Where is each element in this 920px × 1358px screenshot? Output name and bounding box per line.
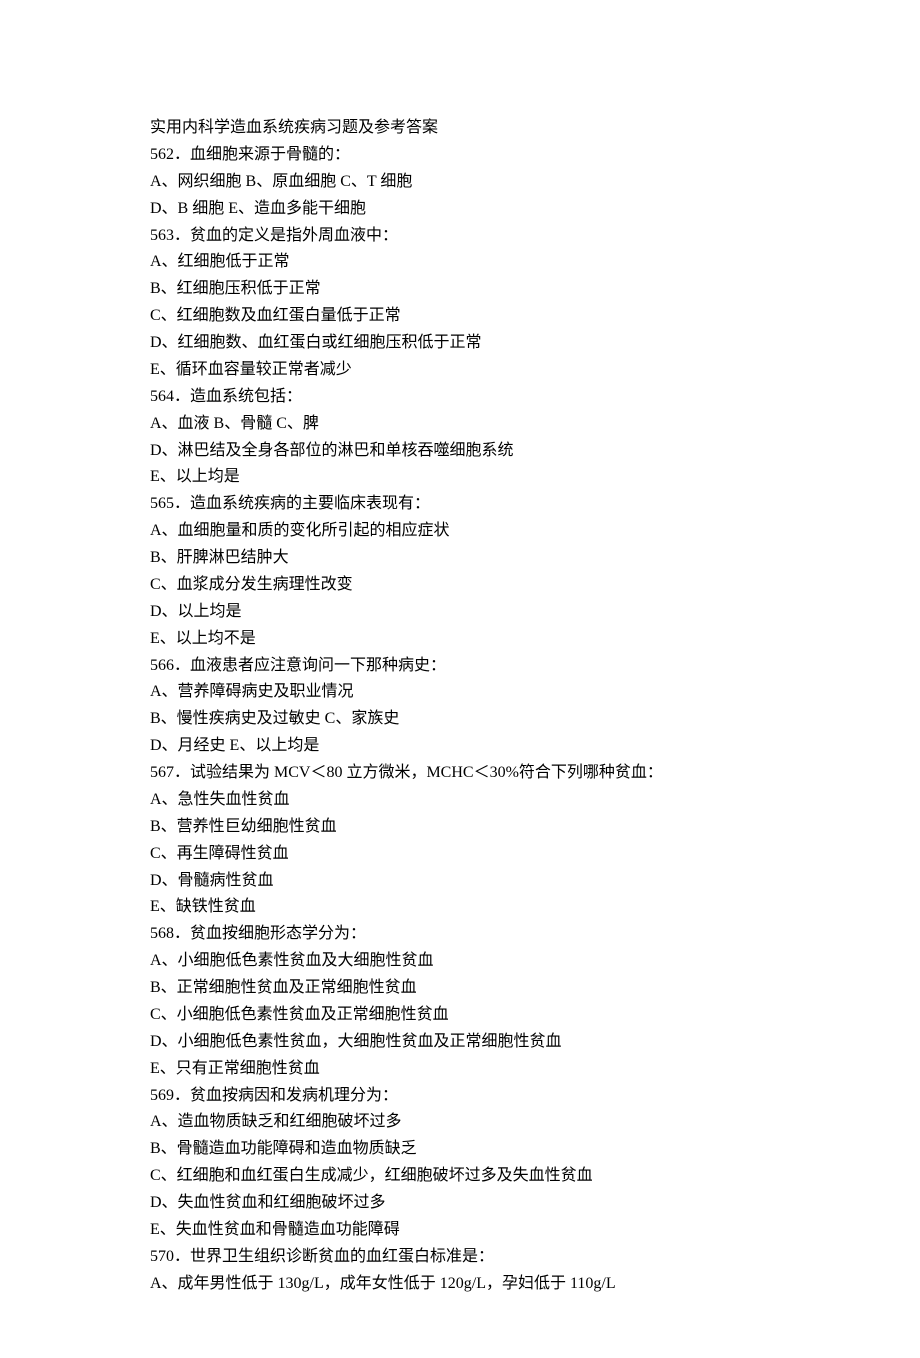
question-option-line: E、以上均不是 xyxy=(150,626,770,653)
question-option-line: B、营养性巨幼细胞性贫血 xyxy=(150,814,770,841)
question-option-line: A、急性失血性贫血 xyxy=(150,787,770,814)
question-option-line: D、以上均是 xyxy=(150,599,770,626)
question-stem: 566．血液患者应注意询问一下那种病史： xyxy=(150,653,770,680)
question-option-line: B、骨髓造血功能障碍和造血物质缺乏 xyxy=(150,1136,770,1163)
question-option-line: C、再生障碍性贫血 xyxy=(150,841,770,868)
question-list: 562．血细胞来源于骨髓的：A、网织细胞 B、原血细胞 C、T 细胞D、B 细胞… xyxy=(150,142,770,1298)
question-stem: 569．贫血按病因和发病机理分为： xyxy=(150,1083,770,1110)
question-stem: 564．造血系统包括： xyxy=(150,384,770,411)
question-option-line: E、循环血容量较正常者减少 xyxy=(150,357,770,384)
question-option-line: D、淋巴结及全身各部位的淋巴和单核吞噬细胞系统 xyxy=(150,438,770,465)
question-option-line: D、红细胞数、血红蛋白或红细胞压积低于正常 xyxy=(150,330,770,357)
question-option-line: D、失血性贫血和红细胞破坏过多 xyxy=(150,1190,770,1217)
question-option-line: E、以上均是 xyxy=(150,464,770,491)
question-option-line: C、小细胞低色素性贫血及正常细胞性贫血 xyxy=(150,1002,770,1029)
question-option-line: D、B 细胞 E、造血多能干细胞 xyxy=(150,196,770,223)
question-option-line: E、只有正常细胞性贫血 xyxy=(150,1056,770,1083)
question-option-line: A、营养障碍病史及职业情况 xyxy=(150,679,770,706)
question-stem: 570．世界卫生组织诊断贫血的血红蛋白标准是： xyxy=(150,1244,770,1271)
question-option-line: B、正常细胞性贫血及正常细胞性贫血 xyxy=(150,975,770,1002)
question-option-line: C、血浆成分发生病理性改变 xyxy=(150,572,770,599)
question-stem: 568．贫血按细胞形态学分为： xyxy=(150,921,770,948)
question-option-line: D、骨髓病性贫血 xyxy=(150,868,770,895)
question-option-line: C、红细胞和血红蛋白生成减少，红细胞破坏过多及失血性贫血 xyxy=(150,1163,770,1190)
question-option-line: B、红细胞压积低于正常 xyxy=(150,276,770,303)
document-title: 实用内科学造血系统疾病习题及参考答案 xyxy=(150,115,770,142)
question-option-line: D、月经史 E、以上均是 xyxy=(150,733,770,760)
question-option-line: E、失血性贫血和骨髓造血功能障碍 xyxy=(150,1217,770,1244)
question-option-line: A、成年男性低于 130g/L，成年女性低于 120g/L，孕妇低于 110g/… xyxy=(150,1271,770,1298)
question-stem: 567．试验结果为 MCV＜80 立方微米，MCHC＜30%符合下列哪种贫血： xyxy=(150,760,770,787)
question-option-line: B、肝脾淋巴结肿大 xyxy=(150,545,770,572)
question-stem: 565．造血系统疾病的主要临床表现有： xyxy=(150,491,770,518)
question-option-line: A、造血物质缺乏和红细胞破坏过多 xyxy=(150,1109,770,1136)
question-option-line: D、小细胞低色素性贫血，大细胞性贫血及正常细胞性贫血 xyxy=(150,1029,770,1056)
question-option-line: A、血细胞量和质的变化所引起的相应症状 xyxy=(150,518,770,545)
question-option-line: A、红细胞低于正常 xyxy=(150,249,770,276)
question-option-line: A、血液 B、骨髓 C、脾 xyxy=(150,411,770,438)
question-option-line: E、缺铁性贫血 xyxy=(150,894,770,921)
question-stem: 562．血细胞来源于骨髓的： xyxy=(150,142,770,169)
question-option-line: C、红细胞数及血红蛋白量低于正常 xyxy=(150,303,770,330)
document-body: 实用内科学造血系统疾病习题及参考答案 562．血细胞来源于骨髓的：A、网织细胞 … xyxy=(150,115,770,1298)
question-option-line: B、慢性疾病史及过敏史 C、家族史 xyxy=(150,706,770,733)
question-option-line: A、网织细胞 B、原血细胞 C、T 细胞 xyxy=(150,169,770,196)
question-option-line: A、小细胞低色素性贫血及大细胞性贫血 xyxy=(150,948,770,975)
question-stem: 563．贫血的定义是指外周血液中： xyxy=(150,223,770,250)
